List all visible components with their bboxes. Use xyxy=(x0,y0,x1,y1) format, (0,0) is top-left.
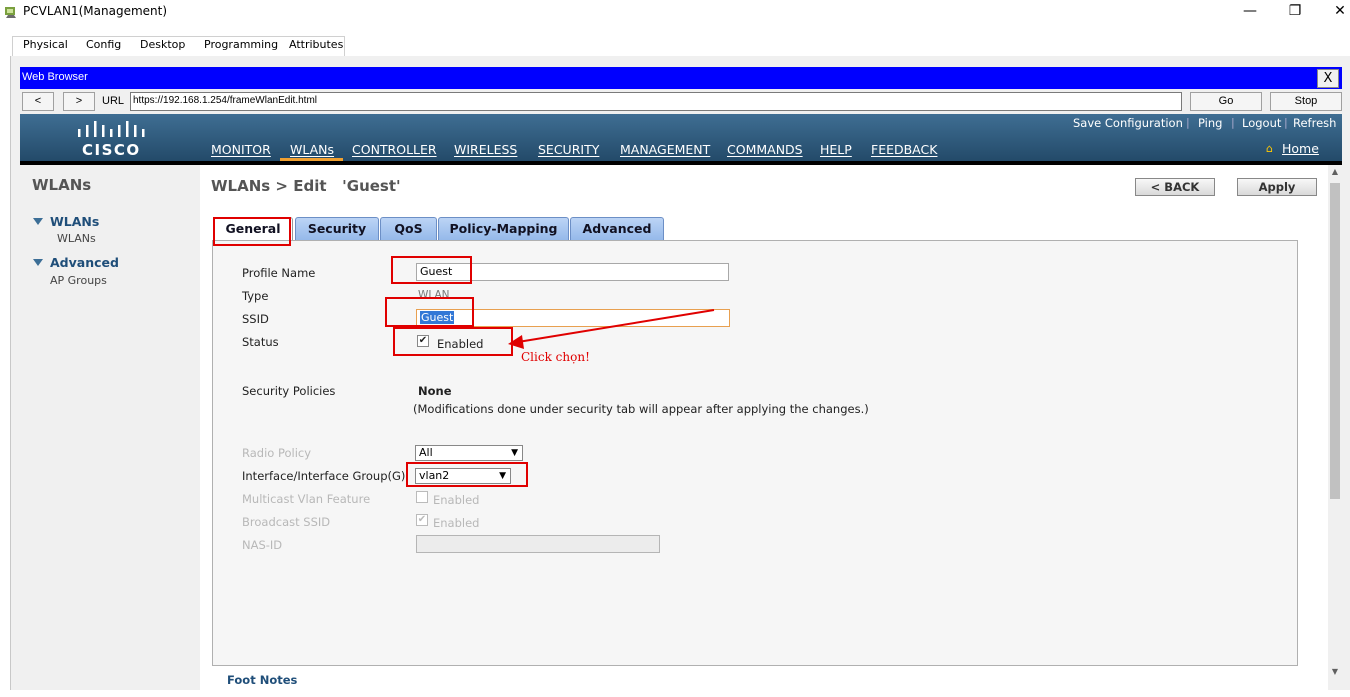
annotation-arrow xyxy=(508,309,715,349)
annotation-text: Click chọn! xyxy=(521,350,590,364)
